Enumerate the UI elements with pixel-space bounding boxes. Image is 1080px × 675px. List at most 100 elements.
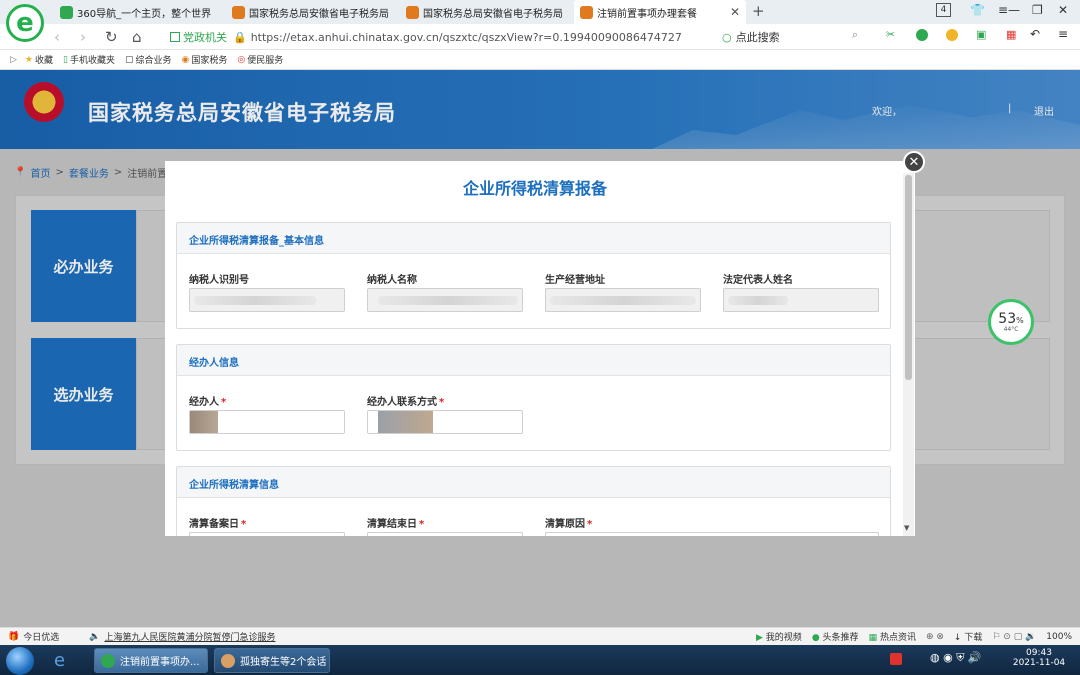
chat-avatar-icon (221, 653, 235, 668)
scrollbar-thumb[interactable] (905, 175, 912, 380)
taskbar-app-browser[interactable]: 注销前置事项办... (94, 648, 208, 673)
clock-date: 2021-11-04 (1012, 658, 1066, 668)
memory-widget[interactable]: 53% 44°C (988, 299, 1034, 345)
agent-input[interactable] (189, 410, 345, 434)
browser-tab-bar: 360导航_一个主页，整个世界 国家税务总局安徽省电子税务局 国家税务总局安徽省… (0, 0, 1080, 24)
play-icon: ▶ (756, 633, 763, 643)
redacted-value (190, 411, 218, 433)
section-liquidation-info: 企业所得税清算信息 清算备案日 * 清算结束日 * 清算原因 * (176, 466, 891, 536)
sogou-ime-icon[interactable] (890, 653, 902, 665)
label-agent-contact: 经办人联系方式 * (367, 397, 445, 408)
business-address-field (545, 288, 701, 312)
apps-grid-icon[interactable]: ▦ (1006, 28, 1016, 41)
shirt-icon[interactable]: 👕 (970, 3, 985, 17)
redacted-value (378, 411, 433, 433)
taxpayer-id-field (189, 288, 345, 312)
start-button-icon[interactable] (6, 647, 34, 675)
news-ticker-link[interactable]: 上海第九人民医院黄浦分院暂停门急诊服务 (104, 630, 275, 643)
label-taxpayer-id: 纳税人识别号 (189, 275, 249, 286)
lock-icon: 🔒 (233, 30, 247, 44)
status-hot-news[interactable]: ▦ 热点资讯 (869, 630, 916, 643)
tab-deregistration[interactable]: 注销前置事项办理套餐 ✕ (574, 0, 746, 24)
minimize-icon[interactable]: — (1008, 3, 1020, 17)
tab-etax-1[interactable]: 国家税务总局安徽省电子税务局 (226, 0, 398, 24)
today-picks-link[interactable]: 今日优选 (23, 630, 59, 643)
tray-icons[interactable]: ◍ ◉ ⛨ 🔊 (930, 651, 982, 665)
bookmark-service[interactable]: ◎ 便民服务 (237, 53, 283, 67)
browser-logo-icon: e (6, 4, 44, 42)
close-window-icon[interactable]: ✕ (1058, 3, 1068, 17)
undo-icon[interactable]: ↶ (1030, 27, 1040, 41)
back-icon[interactable]: ‹ (54, 28, 60, 46)
bookmark-integrated[interactable]: ▢ 综合业务 (125, 53, 172, 67)
image-icon[interactable]: ▣ (976, 28, 986, 41)
forward-icon[interactable]: › (80, 28, 86, 46)
sidebar-toggle-icon[interactable]: ▷ (10, 55, 17, 65)
taskbar-app-chat[interactable]: 孤独寄生等2个会话 (214, 648, 330, 673)
tab-360-nav[interactable]: 360导航_一个主页，整个世界 (54, 0, 224, 24)
tax-emblem-icon (232, 5, 245, 19)
status-misc-icons[interactable]: ⚐ ⊙ ▢ 🔉 (992, 632, 1036, 642)
end-date-input[interactable] (367, 532, 523, 536)
clock[interactable]: 09:43 2021-11-04 (1010, 648, 1068, 668)
status-video[interactable]: ▶ 我的视频 (756, 630, 802, 643)
tab-close-icon[interactable]: ✕ (730, 5, 740, 19)
required-mark: * (221, 397, 227, 408)
scissors-icon[interactable]: ✂ (886, 28, 895, 41)
browser-status-bar: 🎁 今日优选 🔈 上海第九人民医院黄浦分院暂停门急诊服务 ▶ 我的视频 ● 头条… (0, 627, 1080, 645)
modal-close-button[interactable]: ✕ (903, 151, 925, 173)
tax-emblem-icon (406, 5, 419, 19)
home-icon[interactable]: ⌂ (132, 28, 142, 46)
restore-icon[interactable]: ❐ (1032, 3, 1043, 17)
label-agent: 经办人 * (189, 397, 227, 408)
magnifier-icon[interactable]: ⌕ (852, 28, 858, 42)
label-business-address: 生产经营地址 (545, 275, 605, 286)
news-icon: ▦ (868, 633, 878, 643)
filing-date-input[interactable] (189, 532, 345, 536)
bookmarks-bar: ▷ ★ 收藏 ▯ 手机收藏夹 ▢ 综合业务 ◉ 国家税务 ◎ 便民服务 (0, 50, 1080, 70)
extension-icon[interactable] (916, 29, 928, 41)
bookmark-favorites[interactable]: ★ 收藏 (24, 53, 53, 67)
section-title: 企业所得税清算报备_基本信息 (177, 223, 890, 254)
tax-emblem-icon (580, 5, 593, 19)
more-icon[interactable]: ≡ (1058, 27, 1068, 41)
widget-temperature: 44°C (1003, 325, 1019, 333)
zoom-level[interactable]: 100% (1046, 632, 1072, 642)
360-icon (60, 5, 73, 19)
status-tools-icons[interactable]: ⊕ ⊗ (926, 632, 944, 642)
scroll-down-icon[interactable]: ▼ (904, 524, 909, 532)
legal-rep-field (723, 288, 879, 312)
label-reason: 清算原因 * (545, 519, 593, 530)
reload-icon[interactable]: ↻ (105, 28, 118, 46)
required-mark: * (587, 519, 593, 530)
status-headlines[interactable]: ● 头条推荐 (812, 630, 859, 643)
smiley-icon[interactable] (946, 29, 958, 41)
section-basic-info: 企业所得税清算报备_基本信息 纳税人识别号 纳税人名称 生产经营地址 法定代表人… (176, 222, 891, 329)
url-field[interactable]: 党政机关 🔒 https://etax.anhui.chinatax.gov.c… (170, 27, 715, 47)
star-icon: ★ (24, 54, 33, 65)
required-mark: * (419, 519, 425, 530)
gov-shield-icon (170, 32, 180, 42)
tab-count-badge[interactable]: 4 (936, 3, 951, 17)
tax-emblem-icon: ◉ (181, 54, 190, 65)
new-tab-icon[interactable]: + (752, 2, 765, 20)
360-search-icon: ○ (722, 30, 732, 44)
search-input[interactable]: ○ 点此搜索 (722, 27, 872, 47)
phone-icon: ▯ (63, 54, 68, 65)
reason-select[interactable] (545, 532, 879, 536)
modal-title: 企业所得税清算报备 (462, 179, 607, 198)
speaker-icon: 🔈 (89, 631, 101, 642)
section-title: 经办人信息 (177, 345, 890, 376)
liquidation-report-modal: 企业所得税清算报备 企业所得税清算报备_基本信息 纳税人识别号 纳税人名称 生产… (165, 161, 915, 536)
windows-taskbar: e 注销前置事项办... 孤独寄生等2个会话 ◍ ◉ ⛨ 🔊 09:43 202… (0, 645, 1080, 675)
ie-icon[interactable]: e (54, 650, 65, 671)
bookmark-tax[interactable]: ◉ 国家税务 (181, 53, 228, 67)
service-icon: ◎ (237, 54, 246, 65)
menu-icon[interactable]: ≡ (998, 3, 1008, 17)
agent-contact-input[interactable] (367, 410, 523, 434)
redacted-value (194, 296, 316, 305)
bookmark-mobile[interactable]: ▯ 手机收藏夹 (63, 53, 115, 67)
address-bar: ‹ › ↻ ⌂ 党政机关 🔒 https://etax.anhui.chinat… (0, 24, 1080, 50)
status-download[interactable]: ↓ 下载 (954, 630, 982, 643)
tab-etax-2[interactable]: 国家税务总局安徽省电子税务局 (400, 0, 572, 24)
